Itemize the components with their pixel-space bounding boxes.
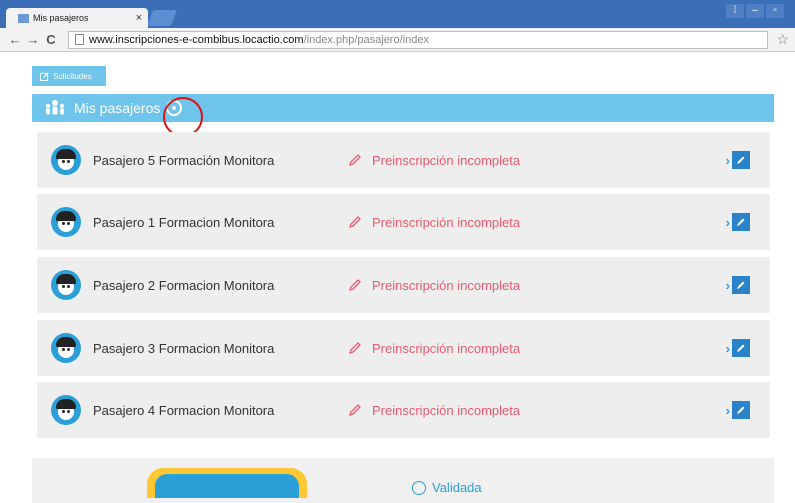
reload-button[interactable]: C (42, 32, 60, 47)
passenger-status: Preinscripción incompleta (348, 341, 520, 356)
url-host: www.inscripciones-e-combibus.locactio.co… (89, 33, 304, 46)
check-circle-icon (412, 480, 426, 495)
passenger-name: Pasajero 2 Formacion Monitora (93, 277, 275, 293)
edit-button[interactable] (732, 401, 750, 419)
bus-image (147, 468, 307, 498)
pencil-icon (348, 154, 361, 167)
avatar-icon (51, 270, 81, 300)
passenger-row[interactable]: Pasajero 5 Formación Monitora Preinscripc… (37, 132, 770, 188)
bookmark-star-icon[interactable]: ☆ (776, 31, 789, 48)
passenger-name: Pasajero 1 Formacion Monitora (93, 214, 275, 230)
edit-square-icon (40, 71, 49, 81)
passenger-name: Pasajero 5 Formación Monitora (93, 152, 275, 168)
status-label: Preinscripción incompleta (372, 214, 521, 230)
tab-title: Mis pasajeros (33, 13, 89, 23)
status-label: Preinscripción incompleta (372, 277, 521, 293)
chevron-right-icon[interactable]: › (726, 215, 730, 230)
passenger-row[interactable]: Pasajero 1 Formacion Monitora Preinscripc… (37, 194, 770, 250)
status-label: Preinscripción incompleta (372, 340, 521, 356)
edit-pencil-icon (737, 344, 745, 352)
page-content: Solicitudes Mis pasajeros Pasajero 5 For… (0, 52, 795, 503)
avatar-icon (51, 207, 81, 237)
edit-button[interactable] (732, 339, 750, 357)
row-actions: › (726, 276, 750, 294)
page-icon (75, 34, 84, 45)
new-tab-button[interactable] (147, 10, 177, 26)
passenger-row[interactable]: Pasajero 2 Formacion Monitora Preinscripc… (37, 257, 770, 313)
chevron-right-icon[interactable]: › (726, 341, 730, 356)
address-bar[interactable]: www.inscripciones-e-combibus.locactio.co… (68, 30, 769, 49)
minimize-button[interactable]: – (746, 4, 764, 18)
chevron-right-icon[interactable]: › (726, 403, 730, 418)
avatar-icon (51, 395, 81, 425)
browser-tab[interactable]: Mis pasajeros × (6, 8, 148, 28)
passenger-row[interactable]: Pasajero 3 Formacion Monitora Preinscripc… (37, 320, 770, 376)
maximize-button[interactable]: ▫ (766, 4, 784, 18)
solicitudes-button[interactable]: Solicitudes (32, 66, 106, 86)
highlight-circle (163, 97, 203, 137)
window-menu-button[interactable]: ⁞ (726, 4, 744, 18)
avatar-icon (51, 333, 81, 363)
row-actions: › (726, 213, 750, 231)
pencil-icon (348, 342, 361, 355)
bottom-card: Validada (32, 458, 774, 503)
family-icon (45, 100, 65, 115)
pencil-icon (348, 404, 361, 417)
row-actions: › (726, 151, 750, 169)
forward-button[interactable]: → (24, 32, 42, 47)
edit-pencil-icon (737, 156, 745, 164)
passenger-name: Pasajero 4 Formacion Monitora (93, 402, 275, 418)
edit-button[interactable] (732, 276, 750, 294)
edit-pencil-icon (737, 218, 745, 226)
edit-pencil-icon (737, 406, 745, 414)
edit-pencil-icon (737, 281, 745, 289)
passenger-status: Preinscripción incompleta (348, 215, 520, 230)
edit-button[interactable] (732, 213, 750, 231)
browser-tabstrip: Mis pasajeros × ⁞ – ▫ (0, 0, 795, 28)
url-path: /index.php/pasajero/index (303, 33, 429, 46)
solicitudes-label: Solicitudes (53, 71, 92, 81)
page-title: Mis pasajeros (74, 100, 161, 116)
edit-button[interactable] (732, 151, 750, 169)
passenger-name: Pasajero 3 Formacion Monitora (93, 340, 275, 356)
tab-close-icon[interactable]: × (136, 12, 142, 24)
pencil-icon (348, 279, 361, 292)
window-controls: ⁞ – ▫ (726, 4, 784, 18)
passenger-status: Preinscripción incompleta (348, 153, 520, 168)
status-label: Preinscripción incompleta (372, 152, 521, 168)
status-label: Preinscripción incompleta (372, 402, 521, 418)
favicon-icon (18, 13, 29, 23)
browser-toolbar: ← → C www.inscripciones-e-combibus.locac… (0, 28, 795, 52)
row-actions: › (726, 339, 750, 357)
passenger-status: Preinscripción incompleta (348, 278, 520, 293)
row-actions: › (726, 401, 750, 419)
mis-pasajeros-header: Mis pasajeros (32, 94, 774, 122)
avatar-icon (51, 145, 81, 175)
passenger-row[interactable]: Pasajero 4 Formacion Monitora Preinscripc… (37, 382, 770, 438)
passenger-status: Preinscripción incompleta (348, 403, 520, 418)
chevron-right-icon[interactable]: › (726, 278, 730, 293)
pencil-icon (348, 216, 361, 229)
back-button[interactable]: ← (6, 32, 24, 47)
chevron-right-icon[interactable]: › (726, 153, 730, 168)
